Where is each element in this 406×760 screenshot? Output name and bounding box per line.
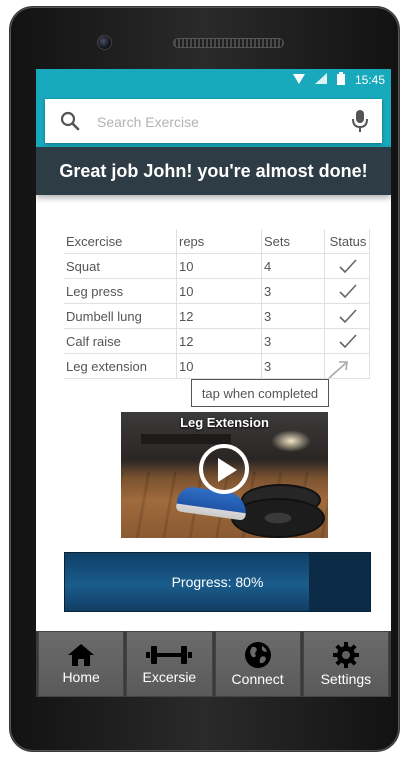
status-cell[interactable] xyxy=(324,253,370,279)
search-bar-container xyxy=(36,91,391,147)
nav-home[interactable]: Home xyxy=(38,631,125,697)
weight-plate xyxy=(231,498,325,538)
status-bar: 15:45 xyxy=(36,69,391,91)
table-row: Dumbell lung 12 3 xyxy=(64,303,370,329)
table-row: Squat 10 4 xyxy=(64,253,370,279)
battery-icon xyxy=(336,72,345,88)
progress-bar: Progress: 80% xyxy=(64,552,371,612)
pointer-arrow-icon xyxy=(326,359,350,381)
column-header-reps: reps xyxy=(176,229,262,254)
video-title: Leg Extension xyxy=(180,415,269,430)
checkmark-icon[interactable] xyxy=(338,257,358,275)
nav-label: Excersie xyxy=(142,669,197,685)
exercise-name: Calf raise xyxy=(64,328,177,354)
home-icon xyxy=(68,644,95,666)
reps-value: 12 xyxy=(176,303,262,329)
search-box[interactable] xyxy=(45,99,382,143)
checkmark-icon[interactable] xyxy=(338,282,358,300)
search-icon[interactable] xyxy=(59,110,81,132)
nav-label: Connect xyxy=(231,671,284,687)
exercise-name: Dumbell lung xyxy=(64,303,177,329)
checkmark-icon[interactable] xyxy=(338,307,358,325)
microphone-icon[interactable] xyxy=(350,109,370,133)
sets-value: 3 xyxy=(261,353,325,379)
nav-label: Settings xyxy=(320,671,372,687)
sets-value: 3 xyxy=(261,278,325,304)
gear-icon xyxy=(332,642,359,668)
exercise-name: Squat xyxy=(64,253,177,279)
sets-value: 3 xyxy=(261,303,325,329)
phone-frame: 15:45 Search Exercise Great job John! yo… xyxy=(9,6,400,752)
exercise-name: Leg extension xyxy=(64,353,177,379)
clock: 15:45 xyxy=(354,73,385,87)
dumbbell-icon xyxy=(146,646,193,664)
nav-settings[interactable]: Settings xyxy=(302,631,389,697)
table-row: Calf raise 12 3 xyxy=(64,328,370,354)
status-cell[interactable] xyxy=(324,278,370,304)
globe-icon xyxy=(244,642,271,668)
exercise-video[interactable]: Leg Extension xyxy=(121,412,328,538)
table-header-row: Excercise reps Sets Status xyxy=(64,229,370,254)
search-input[interactable] xyxy=(95,109,339,135)
video-light xyxy=(271,430,311,452)
nav-connect[interactable]: Connect xyxy=(214,631,301,697)
reps-value: 10 xyxy=(176,353,262,379)
progress-label: Progress: 80% xyxy=(171,574,264,590)
wifi-icon xyxy=(292,73,305,87)
reps-value: 10 xyxy=(176,278,262,304)
nav-exercise[interactable]: Excersie xyxy=(126,631,213,697)
status-cell[interactable] xyxy=(324,328,370,354)
exercise-table: Excercise reps Sets Status Squat 10 4 Le… xyxy=(64,229,370,379)
signal-icon xyxy=(314,73,327,87)
reps-value: 12 xyxy=(176,328,262,354)
play-button[interactable] xyxy=(199,444,249,494)
table-row: Leg press 10 3 xyxy=(64,278,370,304)
checkmark-icon[interactable] xyxy=(338,332,358,350)
reps-value: 10 xyxy=(176,253,262,279)
motivation-banner: Great job John! you're almost done! xyxy=(36,147,391,195)
front-camera xyxy=(97,35,112,50)
status-cell[interactable] xyxy=(324,303,370,329)
table-row: Leg extension 10 3 xyxy=(64,353,370,379)
nav-label: Home xyxy=(62,669,100,685)
video-bench xyxy=(141,434,231,444)
play-icon[interactable] xyxy=(216,457,238,483)
exercise-name: Leg press xyxy=(64,278,177,304)
app-screen: 15:45 Search Exercise Great job John! yo… xyxy=(36,69,391,697)
tap-hint-tooltip: tap when completed xyxy=(191,379,329,407)
bottom-navigation: Home Excersie Connect Settings xyxy=(36,631,391,697)
column-header-exercise: Excercise xyxy=(64,229,177,254)
column-header-sets: Sets xyxy=(261,229,325,254)
sets-value: 4 xyxy=(261,253,325,279)
earpiece-speaker xyxy=(173,38,284,48)
sets-value: 3 xyxy=(261,328,325,354)
column-header-status: Status xyxy=(324,229,370,254)
